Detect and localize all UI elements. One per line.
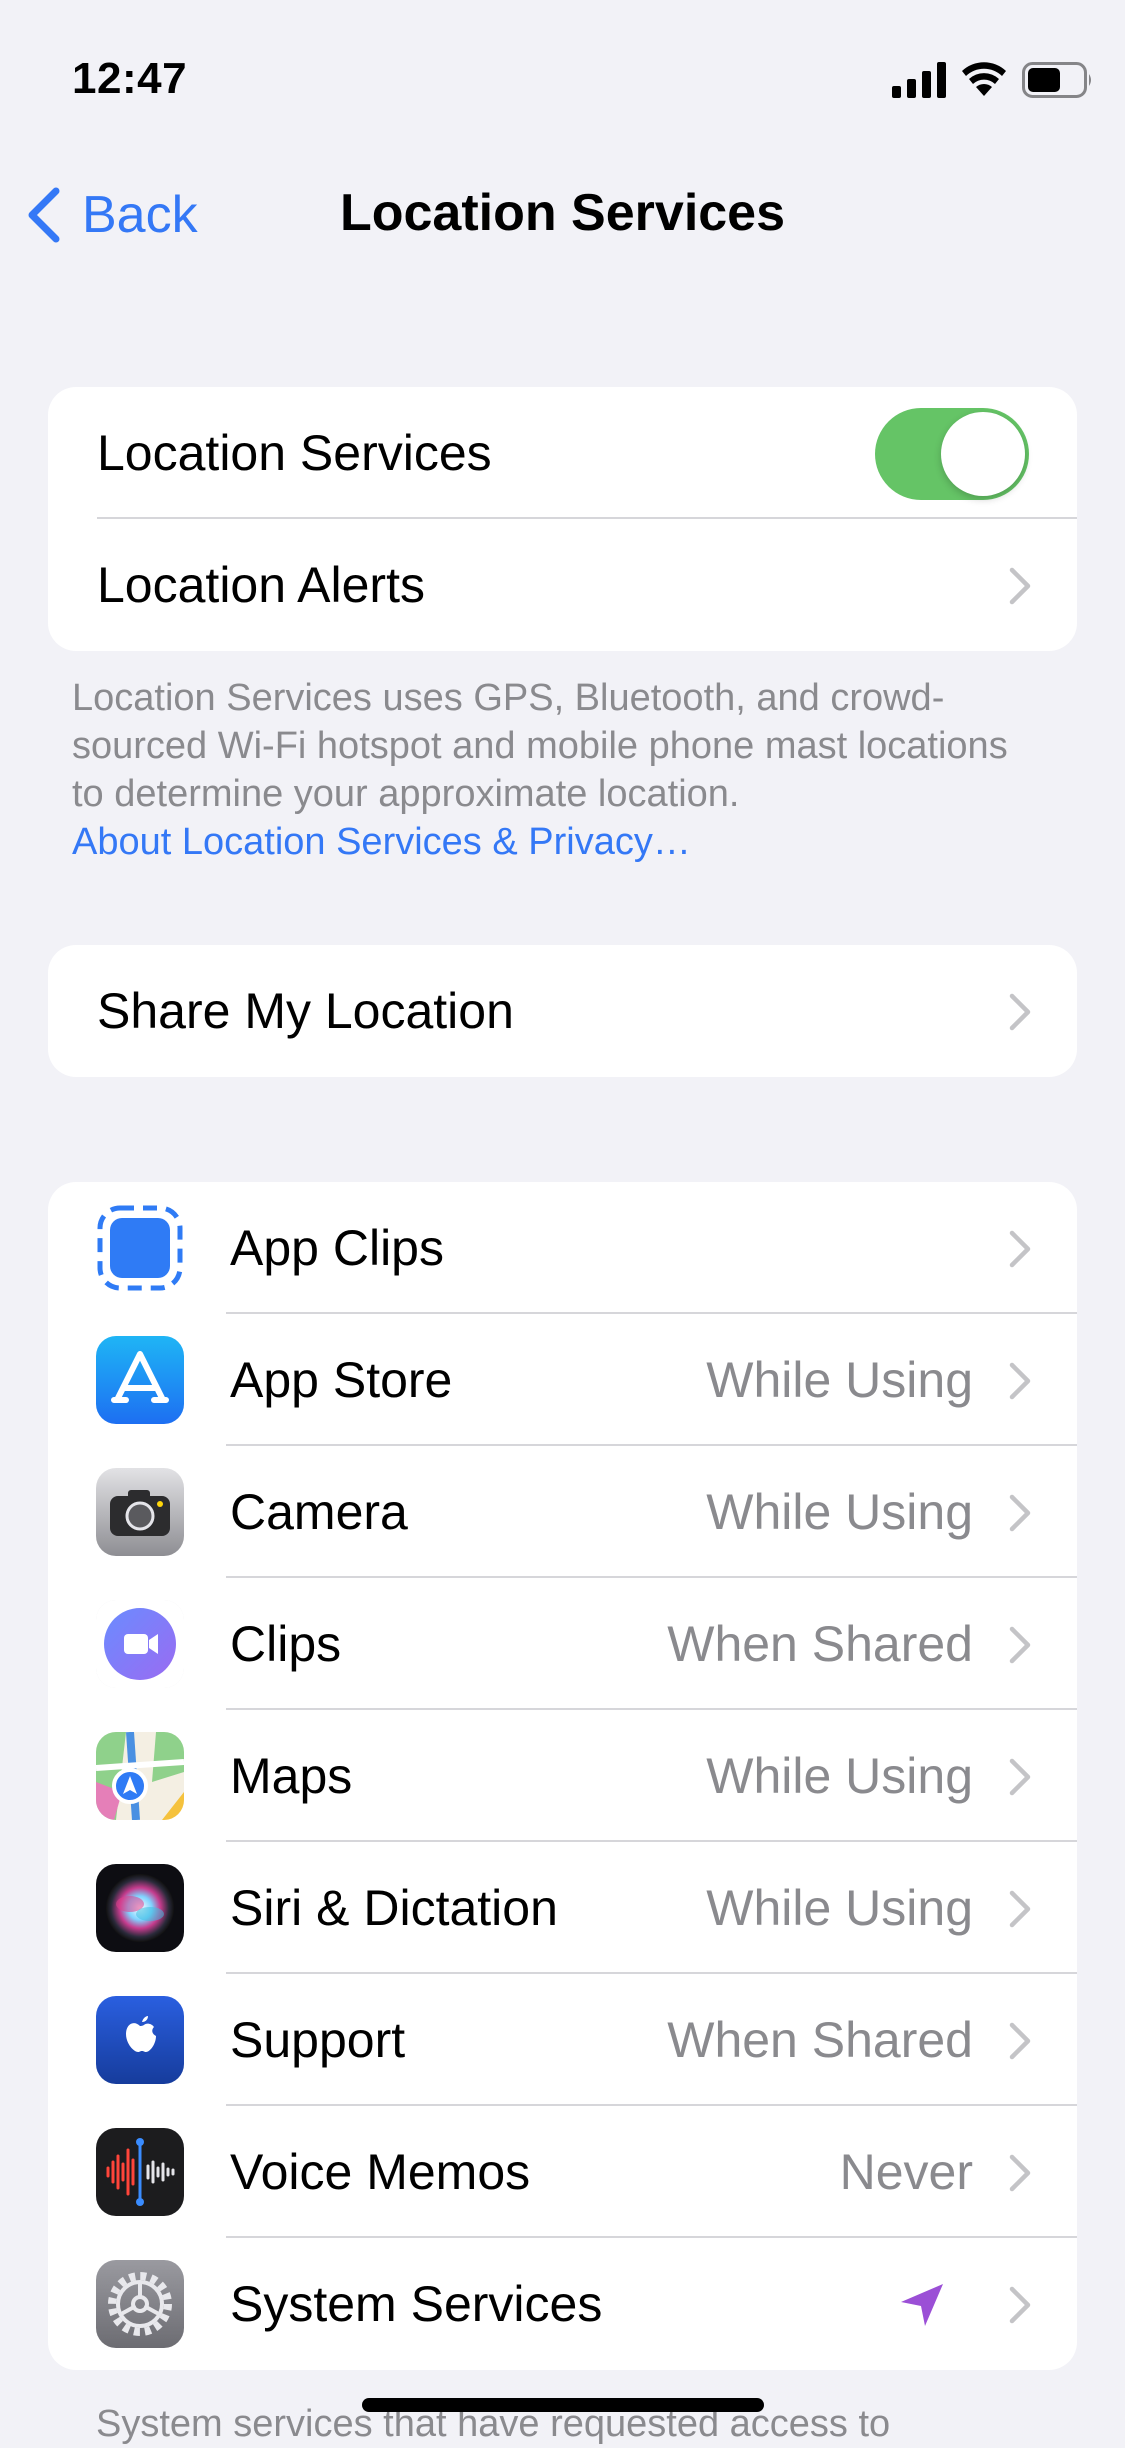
app-name: Maps	[230, 1748, 353, 1804]
app-row-siri-dictation[interactable]: Siri & Dictation While Using	[48, 1842, 1077, 1974]
chevron-right-icon	[1009, 2022, 1031, 2060]
location-services-label: Location Services	[97, 425, 492, 481]
app-row-maps[interactable]: Maps While Using	[48, 1710, 1077, 1842]
status-time: 12:47	[72, 54, 188, 103]
permission-value: While Using	[706, 1748, 973, 1804]
app-clips-icon	[96, 1204, 184, 1292]
chevron-right-icon	[1009, 567, 1031, 605]
privacy-link[interactable]: About Location Services & Privacy…	[72, 818, 1032, 866]
app-row-voice-memos[interactable]: Voice Memos Never	[48, 2106, 1077, 2238]
clips-icon	[96, 1600, 184, 1688]
location-settings-group: Location Services Location Alerts	[48, 387, 1077, 651]
description-text: Location Services uses GPS, Bluetooth, a…	[72, 677, 1008, 815]
permission-value: While Using	[706, 1484, 973, 1540]
permission-value: When Shared	[667, 2012, 973, 2068]
location-description: Location Services uses GPS, Bluetooth, a…	[72, 674, 1032, 866]
location-alerts-label: Location Alerts	[97, 557, 425, 613]
app-name: Voice Memos	[230, 2144, 531, 2200]
page-title: Location Services	[339, 184, 786, 242]
voice-memos-icon	[96, 2128, 184, 2216]
chevron-right-icon	[1009, 1890, 1031, 1928]
chevron-right-icon	[1009, 2286, 1031, 2324]
chevron-right-icon	[1009, 993, 1031, 1031]
wifi-icon	[962, 62, 1006, 96]
location-services-toggle[interactable]	[875, 408, 1029, 500]
app-name: Camera	[230, 1484, 408, 1540]
app-row-support[interactable]: Support When Shared	[48, 1974, 1077, 2106]
app-name: System Services	[230, 2276, 603, 2332]
app-row-clips[interactable]: Clips When Shared	[48, 1578, 1077, 1710]
app-row-camera[interactable]: Camera While Using	[48, 1446, 1077, 1578]
siri-icon	[96, 1864, 184, 1952]
share-my-location-label: Share My Location	[97, 983, 514, 1039]
app-name: Siri & Dictation	[230, 1880, 558, 1936]
chevron-right-icon	[1009, 1626, 1031, 1664]
app-name: Support	[230, 2012, 406, 2068]
share-my-location-row[interactable]: Share My Location	[48, 945, 1077, 1077]
location-alerts-row[interactable]: Location Alerts	[48, 519, 1077, 651]
maps-icon	[96, 1732, 184, 1820]
permission-value: When Shared	[667, 1616, 973, 1672]
app-store-icon	[96, 1336, 184, 1424]
app-row-app-store[interactable]: App Store While Using	[48, 1314, 1077, 1446]
battery-icon	[1022, 62, 1091, 98]
chevron-right-icon	[1009, 1758, 1031, 1796]
app-name: App Clips	[230, 1220, 444, 1276]
location-services-row: Location Services	[48, 387, 1077, 519]
share-location-group: Share My Location	[48, 945, 1077, 1077]
permission-value: Never	[839, 2144, 973, 2200]
home-indicator[interactable]	[362, 2398, 764, 2412]
permission-value: While Using	[706, 1352, 973, 1408]
chevron-right-icon	[1009, 1494, 1031, 1532]
settings-gear-icon	[96, 2260, 184, 2348]
chevron-right-icon	[1009, 1362, 1031, 1400]
app-row-app-clips[interactable]: App Clips	[48, 1182, 1077, 1314]
cellular-signal-icon	[892, 62, 946, 98]
camera-icon	[96, 1468, 184, 1556]
chevron-right-icon	[1009, 2154, 1031, 2192]
chevron-right-icon	[1009, 1230, 1031, 1268]
apps-group: App Clips App Store While Using Camera W…	[48, 1182, 1077, 2370]
app-name: App Store	[230, 1352, 453, 1408]
location-arrow-icon	[901, 2284, 943, 2326]
app-row-system-services[interactable]: System Services	[48, 2238, 1077, 2370]
support-icon	[96, 1996, 184, 2084]
permission-value: While Using	[706, 1880, 973, 1936]
toggle-knob	[941, 412, 1025, 496]
app-name: Clips	[230, 1616, 342, 1672]
